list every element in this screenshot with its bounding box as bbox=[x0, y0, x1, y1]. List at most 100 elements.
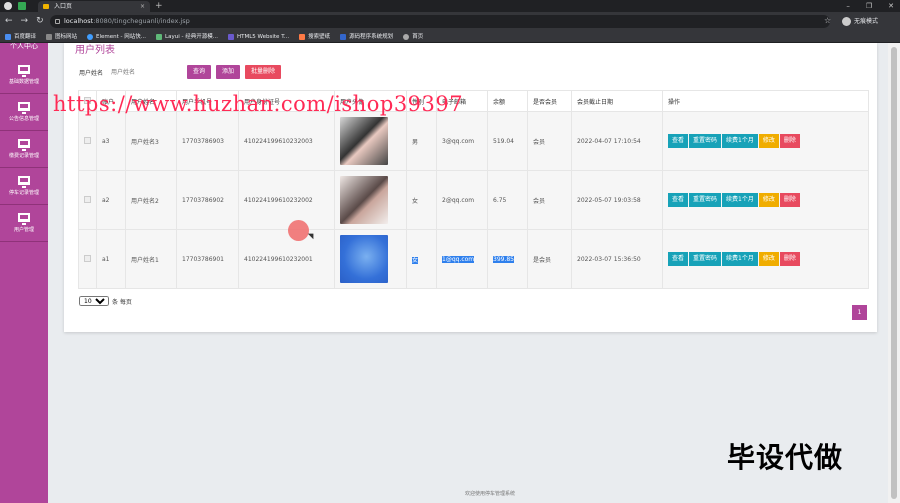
monitor-icon bbox=[18, 139, 30, 151]
click-indicator bbox=[288, 220, 309, 241]
add-button[interactable]: 添加 bbox=[216, 65, 241, 79]
cell-expire: 2022-05-07 19:03:58 bbox=[571, 170, 663, 230]
select-all-checkbox[interactable] bbox=[84, 96, 91, 104]
close-window-icon[interactable]: ✕ bbox=[888, 0, 894, 12]
delete-button[interactable]: 删除 bbox=[779, 193, 800, 207]
new-tab-icon[interactable]: + bbox=[155, 0, 163, 12]
browser-titlebar: 入口页 × + – ❐ ✕ bbox=[0, 0, 900, 12]
bookmark-item[interactable]: Layui - 经典开源模... bbox=[156, 31, 218, 42]
cell-balance: 6.75 bbox=[487, 170, 528, 230]
tab-favicon-icon bbox=[43, 4, 49, 9]
batch-delete-button[interactable]: 批量删除 bbox=[245, 65, 282, 79]
cell-name: 用户姓名1 bbox=[125, 229, 177, 289]
info-icon[interactable] bbox=[55, 19, 60, 24]
page-size-select[interactable]: 10 bbox=[79, 296, 109, 306]
renew-button[interactable]: 续费1个月 bbox=[722, 134, 758, 148]
bookmark-star-icon[interactable]: ☆ bbox=[824, 16, 831, 25]
avatar[interactable] bbox=[340, 235, 388, 283]
row-actions: 查看 重置密码 续费1个月 修改 删除 bbox=[668, 193, 863, 207]
table-row: a3 用户姓名3 17703786903 410224199610232003 … bbox=[78, 111, 869, 171]
cell-name: 用户姓名3 bbox=[125, 111, 177, 171]
forward-icon[interactable]: → bbox=[21, 16, 29, 26]
browser-toolbar: ← → ↻ localhost:8080/tingcheguanli/index… bbox=[0, 12, 900, 31]
cell-expire: 2022-03-07 15:36:50 bbox=[571, 229, 663, 289]
sidebar-item-label: 公告信息管理 bbox=[8, 116, 39, 122]
row-checkbox[interactable] bbox=[84, 195, 91, 203]
sidebar-item-basic-data[interactable]: 基础数据管理 bbox=[0, 57, 48, 94]
cell-avatar bbox=[334, 170, 407, 230]
bookmark-item[interactable]: 百度翻译 bbox=[5, 31, 36, 42]
sidebar-item-profile[interactable]: 个人中心 bbox=[0, 43, 48, 57]
pinned-tab-icon[interactable] bbox=[18, 2, 26, 10]
renew-button[interactable]: 续费1个月 bbox=[722, 193, 758, 207]
bookmark-icon bbox=[46, 33, 53, 40]
reset-password-button[interactable]: 重置密码 bbox=[689, 134, 722, 148]
column-header: 余额 bbox=[487, 90, 528, 112]
url-path: :8080/tingcheguanli/index.jsp bbox=[93, 17, 190, 25]
sidebar-item-parking[interactable]: 停车记录管理 bbox=[0, 168, 48, 205]
cell-phone: 17703786901 bbox=[176, 229, 239, 289]
bookmark-item[interactable]: 首页 bbox=[403, 31, 423, 42]
sidebar-item-label: 基础数据管理 bbox=[8, 79, 39, 85]
bookmark-item[interactable]: HTML5 Website T... bbox=[227, 31, 289, 42]
footer-text: 欢迎使用停车管理系统 bbox=[465, 491, 516, 497]
column-header: 用户身份证号 bbox=[238, 90, 335, 112]
cell-member: 会员 bbox=[527, 111, 572, 171]
bookmark-icon bbox=[340, 33, 347, 40]
monitor-icon bbox=[18, 102, 30, 114]
cell-account: a2 bbox=[96, 170, 126, 230]
edit-button[interactable]: 修改 bbox=[758, 252, 779, 266]
profile-label: 无痕模式 bbox=[854, 18, 879, 25]
minimize-icon[interactable]: – bbox=[846, 0, 850, 12]
row-select-cell bbox=[78, 170, 97, 230]
reset-password-button[interactable]: 重置密码 bbox=[689, 252, 722, 266]
bookmark-item[interactable]: 源码程序系统规划 bbox=[340, 31, 393, 42]
bookmark-icon bbox=[403, 33, 410, 40]
sidebar-item-users[interactable]: 用户管理 bbox=[0, 205, 48, 242]
delete-button[interactable]: 删除 bbox=[779, 134, 800, 148]
sidebar-item-label: 缴费记录管理 bbox=[8, 153, 39, 159]
avatar[interactable] bbox=[340, 117, 388, 165]
maximize-icon[interactable]: ❐ bbox=[866, 0, 872, 12]
reset-password-button[interactable]: 重置密码 bbox=[689, 193, 722, 207]
page-button-current[interactable]: 1 bbox=[852, 305, 867, 320]
scrollbar-thumb[interactable] bbox=[891, 47, 897, 499]
balance-text: 399.85 bbox=[493, 255, 514, 263]
renew-button[interactable]: 续费1个月 bbox=[722, 252, 758, 266]
user-table: 账户 用户姓名 用户手机号 用户身份证号 用户头像 性别 电子邮箱 余额 是否会… bbox=[78, 90, 869, 289]
sidebar-item-notices[interactable]: 公告信息管理 bbox=[0, 94, 48, 131]
monitor-icon bbox=[18, 65, 30, 77]
row-checkbox[interactable] bbox=[84, 136, 91, 144]
cell-account: a3 bbox=[96, 111, 126, 171]
cell-phone: 17703786903 bbox=[176, 111, 239, 171]
gender-text: 女 bbox=[412, 256, 419, 264]
address-bar[interactable]: localhost:8080/tingcheguanli/index.jsp bbox=[50, 15, 830, 28]
tab-close-icon[interactable]: × bbox=[140, 1, 145, 12]
incognito-icon bbox=[842, 17, 851, 26]
search-button[interactable]: 查询 bbox=[187, 65, 212, 79]
nav-buttons: ← → ↻ bbox=[5, 16, 44, 26]
row-checkbox[interactable] bbox=[84, 254, 91, 262]
cell-member: 是会员 bbox=[527, 229, 572, 289]
incognito-profile[interactable]: 无痕模式 bbox=[842, 15, 878, 28]
sidebar-item-payments[interactable]: 缴费记录管理 bbox=[0, 131, 48, 168]
delete-button[interactable]: 删除 bbox=[779, 252, 800, 266]
cell-gender: 男 bbox=[406, 111, 437, 171]
column-header: 电子邮箱 bbox=[436, 90, 488, 112]
bookmark-item[interactable]: 图标网站 bbox=[46, 31, 77, 42]
search-input[interactable] bbox=[108, 65, 179, 79]
view-button[interactable]: 查看 bbox=[668, 134, 689, 148]
edit-button[interactable]: 修改 bbox=[758, 134, 779, 148]
back-icon[interactable]: ← bbox=[5, 16, 13, 26]
reload-icon[interactable]: ↻ bbox=[36, 16, 44, 26]
avatar[interactable] bbox=[340, 176, 388, 224]
bookmark-item[interactable]: 搜索壁纸 bbox=[299, 31, 330, 42]
view-button[interactable]: 查看 bbox=[668, 193, 689, 207]
row-select-cell bbox=[78, 229, 97, 289]
edit-button[interactable]: 修改 bbox=[758, 193, 779, 207]
cell-name: 用户姓名2 bbox=[125, 170, 177, 230]
browser-tab[interactable]: 入口页 × bbox=[38, 1, 150, 12]
column-header: 账户 bbox=[96, 90, 126, 112]
scrollbar[interactable] bbox=[888, 43, 900, 503]
view-button[interactable]: 查看 bbox=[668, 252, 689, 266]
